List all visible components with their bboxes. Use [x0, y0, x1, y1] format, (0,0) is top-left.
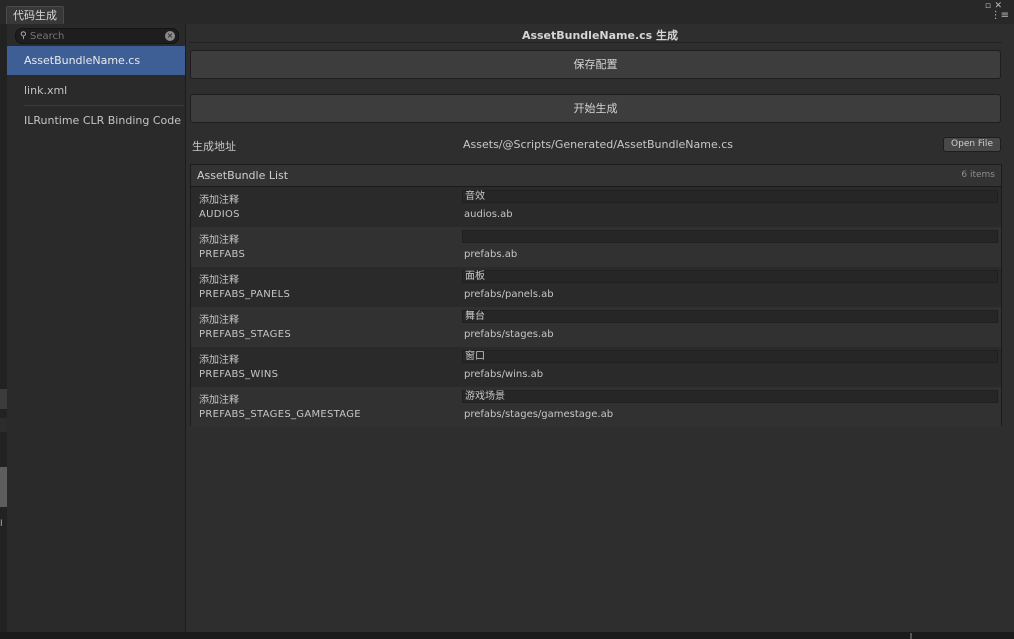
comment-field[interactable]: 窗口: [462, 350, 998, 363]
bundle-path: audios.ab: [464, 209, 513, 220]
sidebar-item-assetbundlename[interactable]: AssetBundleName.cs: [7, 46, 185, 75]
bundle-path: prefabs/wins.ab: [464, 369, 544, 380]
window-tab-bar: 代码生成 ▫ ✕ ⋮≡: [0, 0, 1014, 25]
comment-label: 添加注释: [199, 235, 239, 246]
list-item: 添加注释 面板 PREFABS_PANELS prefabs/panels.ab: [191, 267, 1001, 307]
comment-label: 添加注释: [199, 355, 239, 366]
search-input[interactable]: [30, 29, 158, 43]
bundle-path: prefabs/stages/gamestage.ab: [464, 409, 614, 420]
search-icon: ⚲: [20, 31, 27, 41]
list-item: 添加注释 音效 AUDIOS audios.ab: [191, 187, 1001, 227]
list-item: 添加注释 舞台 PREFABS_STAGES prefabs/stages.ab: [191, 307, 1001, 347]
list-count: 6 items: [961, 170, 995, 180]
background-editor-strip: I: [0, 24, 7, 639]
menu-icon[interactable]: ⋮≡: [991, 11, 1009, 21]
bundle-key: PREFABS_WINS: [199, 369, 279, 380]
list-title: AssetBundle List: [197, 169, 289, 182]
output-path-label: 生成地址: [192, 140, 236, 153]
comment-label: 添加注释: [199, 195, 239, 206]
save-config-button[interactable]: 保存配置: [190, 50, 1001, 79]
background-label: I: [0, 519, 3, 529]
background-bar: [0, 389, 7, 409]
bundle-key: PREFABS_PANELS: [199, 289, 291, 300]
comment-field[interactable]: 音效: [462, 190, 998, 203]
output-path-value: Assets/@Scripts/Generated/AssetBundleNam…: [463, 138, 733, 151]
sidebar: ⚲ × AssetBundleName.cs link.xml ILRuntim…: [7, 24, 186, 632]
main-panel: AssetBundleName.cs 生成 保存配置 开始生成 生成地址 Ass…: [186, 24, 1014, 632]
comment-field[interactable]: 舞台: [462, 310, 998, 323]
bundle-path: prefabs.ab: [464, 249, 518, 260]
comment-field[interactable]: 面板: [462, 270, 998, 283]
bundle-path: prefabs/stages.ab: [464, 329, 554, 340]
background-bar: [0, 418, 7, 432]
open-file-button[interactable]: Open File: [943, 137, 1001, 152]
sidebar-item-ilruntime-binding[interactable]: ILRuntime CLR Binding Code: [7, 106, 185, 135]
background-bar: [0, 467, 7, 507]
bundle-key: AUDIOS: [199, 209, 240, 220]
list-item: 添加注释 窗口 PREFABS_WINS prefabs/wins.ab: [191, 347, 1001, 387]
comment-field[interactable]: 游戏场景: [462, 390, 998, 403]
list-item: 添加注释 PREFABS prefabs.ab: [191, 227, 1001, 267]
assetbundle-list: AssetBundle List 6 items 添加注释 音效 AUDIOS …: [190, 164, 1002, 427]
comment-label: 添加注释: [199, 275, 239, 286]
bundle-path: prefabs/panels.ab: [464, 289, 554, 300]
title-divider: [189, 42, 1002, 43]
bottom-strip: [0, 632, 1014, 639]
comment-label: 添加注释: [199, 315, 239, 326]
resize-handle[interactable]: [910, 633, 912, 639]
list-header: AssetBundle List 6 items: [191, 165, 1001, 187]
bundle-key: PREFABS_STAGES: [199, 329, 291, 340]
list-item: 添加注释 游戏场景 PREFABS_STAGES_GAMESTAGE prefa…: [191, 387, 1001, 427]
generate-button[interactable]: 开始生成: [190, 94, 1001, 123]
comment-label: 添加注释: [199, 395, 239, 406]
bundle-key: PREFABS_STAGES_GAMESTAGE: [199, 409, 361, 420]
sidebar-item-link-xml[interactable]: link.xml: [7, 76, 185, 105]
bundle-key: PREFABS: [199, 249, 246, 260]
window-tab[interactable]: 代码生成: [6, 6, 64, 25]
clear-search-icon[interactable]: ×: [165, 31, 175, 41]
page-title: AssetBundleName.cs 生成: [521, 29, 679, 42]
comment-field[interactable]: [462, 230, 998, 243]
search-box[interactable]: ⚲ ×: [15, 28, 179, 44]
